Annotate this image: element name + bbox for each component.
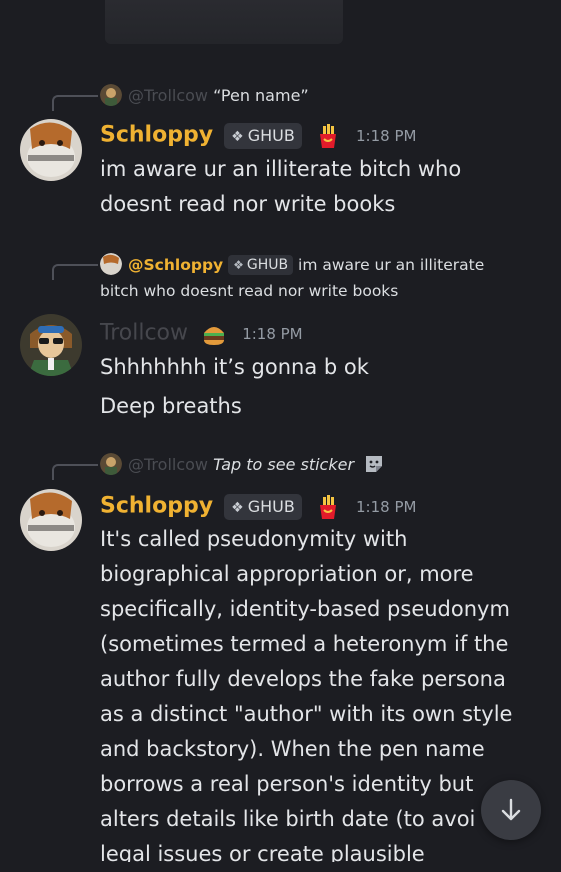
reply-text: “Pen name” <box>213 86 309 105</box>
clan-tag[interactable]: ❖ GHUB <box>224 493 302 520</box>
timestamp: 1:18 PM <box>242 324 303 343</box>
message-body: im aware ur an illiterate bitch who does… <box>100 152 531 222</box>
message-line: and backstory). When the pen name <box>100 737 485 761</box>
reply-author: @Trollcow <box>128 86 208 105</box>
diamond-icon: ❖ <box>231 128 244 145</box>
sticker-icon <box>363 453 385 475</box>
reply-text: im aware ur an illiterate <box>298 256 485 274</box>
message-header: Schloppy ❖ GHUB 1:18 PM <box>100 489 416 523</box>
author-name[interactable]: Schloppy <box>100 123 213 148</box>
schloppy-avatar[interactable] <box>20 119 82 181</box>
trollcow-mini-avatar <box>100 453 122 475</box>
message-body: Shhhhhhh it’s gonna b ok Deep breaths <box>100 348 531 426</box>
reply-text: Tap to see sticker <box>213 455 355 474</box>
reply-clan-tag-label: GHUB <box>246 257 289 273</box>
bottom-edge <box>0 862 561 872</box>
trollcow-avatar[interactable] <box>20 314 82 376</box>
reply-preview[interactable]: @Trollcow “Pen name” <box>100 83 547 108</box>
message-line: author fully develops the fake persona <box>100 667 506 691</box>
image-attachment[interactable] <box>105 0 343 44</box>
burger-icon <box>201 321 227 347</box>
timestamp: 1:18 PM <box>356 126 417 145</box>
arrow-down-icon <box>501 798 521 821</box>
reply-preview[interactable]: @Schloppy ❖ GHUB im aware ur an illiterat… <box>100 252 547 304</box>
message-line: as a distinct "author" with its own styl… <box>100 702 513 726</box>
reply-author: @Schloppy <box>128 256 224 274</box>
diamond-icon: ❖ <box>233 258 244 272</box>
message-header: Schloppy ❖ GHUB 1:18 PM <box>100 118 416 152</box>
timestamp: 1:18 PM <box>356 497 417 516</box>
trollcow-mini-avatar <box>100 84 122 106</box>
reply-text-cont: bitch who doesnt read nor write books <box>100 282 399 300</box>
clan-tag-label: GHUB <box>247 496 295 516</box>
schloppy-avatar[interactable] <box>20 489 82 551</box>
fries-icon <box>315 123 341 149</box>
message-line: Deep breaths <box>100 394 242 418</box>
message-line: Shhhhhhh it’s gonna b ok <box>100 355 369 379</box>
author-name[interactable]: Schloppy <box>100 494 213 519</box>
reply-connector <box>52 95 98 111</box>
reply-connector <box>52 464 98 480</box>
message-line: (sometimes termed a heteronym if the <box>100 632 509 656</box>
message-line: biographical appropriation or, more <box>100 562 474 586</box>
diamond-icon: ❖ <box>231 499 244 516</box>
fries-icon <box>315 494 341 520</box>
scroll-to-bottom-button[interactable] <box>481 780 541 840</box>
reply-author: @Trollcow <box>128 455 208 474</box>
schloppy-mini-avatar <box>100 253 122 275</box>
message-header: Trollcow 1:18 PM <box>100 316 303 350</box>
reply-clan-tag: ❖ GHUB <box>228 255 294 275</box>
clan-tag[interactable]: ❖ GHUB <box>224 122 302 149</box>
clan-tag-label: GHUB <box>247 125 295 145</box>
message-line: specifically, identity-based pseudonym <box>100 597 510 621</box>
reply-connector <box>52 264 98 280</box>
message-line: doesnt read nor write books <box>100 192 396 216</box>
author-name[interactable]: Trollcow <box>100 321 188 346</box>
message-line: It's called pseudonymity with <box>100 527 408 551</box>
message-line: im aware ur an illiterate bitch who <box>100 157 462 181</box>
reply-preview[interactable]: @Trollcow Tap to see sticker <box>100 452 547 477</box>
